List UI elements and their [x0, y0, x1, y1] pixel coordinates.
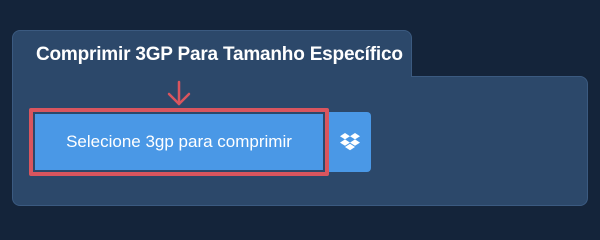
panel-title: Comprimir 3GP Para Tamanho Específico: [36, 44, 403, 65]
panel-tab-joint: [13, 60, 411, 100]
dropbox-icon: [340, 133, 360, 151]
down-arrow-icon: [167, 80, 191, 106]
dropbox-button[interactable]: [329, 112, 371, 172]
select-file-label: Selecione 3gp para comprimir: [66, 132, 292, 151]
select-file-button[interactable]: Selecione 3gp para comprimir: [35, 114, 323, 170]
